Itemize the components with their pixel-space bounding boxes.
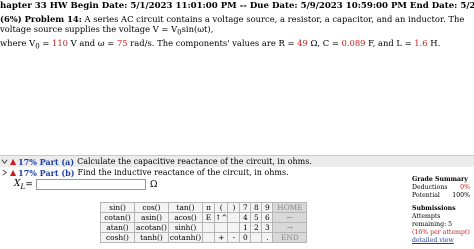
answer-input[interactable] — [35, 179, 146, 190]
eq-text: = — [39, 37, 52, 48]
grade-summary: Grade Summary Deductions 0% Potential 10… — [412, 176, 474, 246]
key-acos[interactable]: acos() — [168, 212, 203, 223]
key-right[interactable]: → — [272, 222, 308, 233]
part-a-percent: 17% Part (a) — [18, 156, 75, 167]
key-close-paren[interactable]: ) — [227, 202, 241, 213]
warning-icon: ▲ — [10, 168, 17, 177]
key-cosh[interactable]: cosh() — [100, 232, 135, 243]
attempts-remaining: Attempts remaining: 5 — [412, 212, 453, 229]
key-pi[interactable]: π — [202, 202, 215, 213]
key-3[interactable]: 3 — [261, 222, 274, 233]
key-open-paren[interactable]: ( — [213, 202, 229, 213]
problem-label: (6%) Problem 14: — [0, 14, 82, 24]
key-blank[interactable] — [202, 232, 215, 243]
key-sinh[interactable]: sinh() — [168, 222, 203, 233]
problem-statement: (6%) Problem 14: A series AC circuit con… — [0, 14, 474, 51]
keypad: sin() cos() tan() π ( ) 7 8 9 HOME cotan… — [100, 202, 308, 243]
key-home[interactable]: HOME — [272, 202, 308, 213]
submissions-title: Submissions — [412, 204, 456, 212]
c-value: 0.089 — [341, 37, 366, 48]
v0-value: 110 — [52, 37, 68, 48]
grade-summary-title: Grade Summary — [412, 176, 468, 183]
key-7[interactable]: 7 — [239, 202, 252, 213]
part-a-row[interactable]: ▲ 17% Part (a) Calculate the capacitive … — [0, 156, 474, 167]
chevron-right-icon[interactable] — [1, 169, 8, 176]
part-b-text: Find the inductive reactance of the circ… — [77, 168, 289, 177]
part-b-row[interactable]: ▲ 17% Part (b) Find the inductive reacta… — [0, 167, 474, 178]
key-2[interactable]: 2 — [250, 222, 263, 233]
per-attempt: (16% per attempt) — [412, 229, 470, 237]
key-e[interactable]: E — [202, 212, 215, 223]
key-1[interactable]: 1 — [239, 222, 252, 233]
header-text: hapter 33 HW Begin Date: 5/1/2023 11:01:… — [0, 1, 474, 11]
key-end[interactable]: END — [272, 232, 308, 243]
key-asin[interactable]: asin() — [134, 212, 169, 223]
key-8[interactable]: 8 — [250, 202, 263, 213]
key-0[interactable]: 0 — [239, 232, 252, 243]
key-blank[interactable] — [227, 222, 241, 233]
l-value: 1.6 — [414, 37, 428, 48]
c-unit: F, and L = — [365, 37, 415, 48]
key-decimal[interactable]: . — [261, 232, 274, 243]
omega-value: 75 — [116, 37, 128, 48]
key-blank[interactable] — [250, 232, 263, 243]
key-blank[interactable] — [227, 212, 241, 223]
part-b-percent: 17% Part (b) — [18, 167, 75, 178]
key-cotan[interactable]: cotan() — [100, 212, 135, 223]
answer-unit: Ω — [149, 179, 158, 190]
key-4[interactable]: 4 — [239, 212, 252, 223]
warning-icon: ▲ — [10, 157, 17, 166]
part-a-text: Calculate the capacitive reactance of th… — [77, 157, 312, 166]
key-sin[interactable]: sin() — [100, 202, 135, 213]
key-blank[interactable] — [213, 222, 229, 233]
key-power[interactable]: ↑^ — [213, 212, 229, 223]
answer-eq: = — [25, 179, 33, 190]
deductions-value: 0% — [460, 184, 470, 192]
key-6[interactable]: 6 — [261, 212, 274, 223]
answer-line: XL = Ω — [14, 178, 157, 191]
v0-unit: V and ω = — [68, 37, 117, 48]
potential-row: Potential 100% — [412, 192, 474, 200]
key-cos[interactable]: cos() — [134, 202, 169, 213]
chevron-down-icon[interactable] — [1, 158, 8, 165]
r-unit: Ω, C = — [307, 37, 342, 48]
key-tan[interactable]: tan() — [168, 202, 203, 213]
l-unit: H. — [427, 37, 441, 48]
key-cotanh[interactable]: cotanh() — [168, 232, 203, 243]
r-value: 49 — [297, 37, 308, 48]
key-5[interactable]: 5 — [250, 212, 263, 223]
potential-value: 100% — [452, 192, 470, 200]
deductions-row: Deductions 0% — [412, 184, 474, 192]
key-blank[interactable] — [202, 222, 215, 233]
key-tanh[interactable]: tanh() — [134, 232, 169, 243]
problem-text-2: sin(ωt), — [181, 24, 214, 34]
key-atan[interactable]: atan() — [100, 222, 135, 233]
key-minus[interactable]: - — [227, 232, 241, 243]
assignment-header: hapter 33 HW Begin Date: 5/1/2023 11:01:… — [0, 1, 474, 14]
deductions-label: Deductions — [412, 184, 448, 192]
key-acotan[interactable]: acotan() — [134, 222, 169, 233]
key-9[interactable]: 9 — [261, 202, 274, 213]
omega-unit: rad/s. The components' values are R = — [127, 37, 298, 48]
potential-label: Potential — [412, 192, 440, 200]
detailed-view-link[interactable]: detailed view — [412, 237, 454, 244]
key-plus[interactable]: + — [213, 232, 229, 243]
answer-label: XL — [14, 179, 25, 191]
key-left[interactable]: ← — [272, 212, 308, 223]
where-text: where V — [0, 37, 36, 48]
